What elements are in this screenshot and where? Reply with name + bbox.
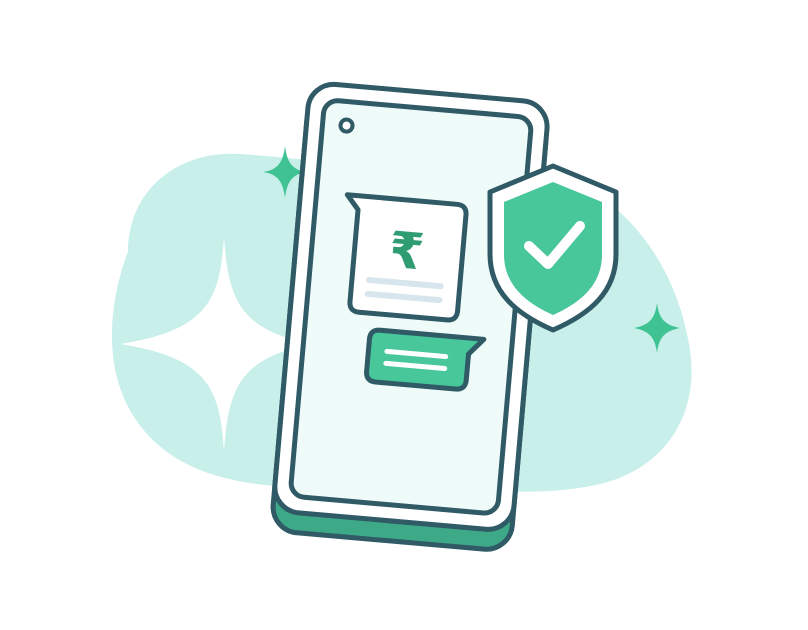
illustration-canvas: ₹ <box>0 0 808 630</box>
payment-message-bubble: ₹ <box>344 192 469 323</box>
message-bubble-icon-green <box>364 327 487 392</box>
phone-camera-icon <box>338 117 355 134</box>
reply-message-bubble <box>364 327 487 392</box>
rupee-icon: ₹ <box>387 221 427 282</box>
secure-payment-illustration: ₹ <box>111 81 692 552</box>
